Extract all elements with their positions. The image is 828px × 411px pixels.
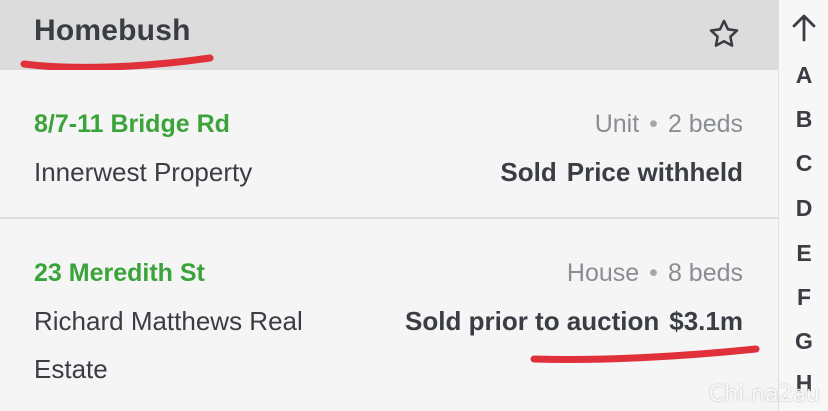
scroll-top-button[interactable]	[779, 10, 828, 46]
index-letter-g[interactable]: G	[779, 328, 828, 355]
agency-name: Richard Matthews Real Estate	[34, 306, 303, 384]
bed-count: 2 beds	[667, 110, 743, 138]
listing-meta: Unit • 2 beds	[595, 110, 743, 139]
bed-count: 8 beds	[667, 259, 743, 287]
watermark-text: Chi.na2au	[708, 382, 820, 407]
property-type: House	[566, 259, 640, 287]
meta-separator: •	[649, 259, 658, 287]
sale-status-label: Sold prior to auction	[405, 306, 660, 336]
sale-status: Sold prior to auction $3.1m	[405, 306, 743, 337]
listing-address[interactable]: 23 Meredith St	[34, 259, 205, 288]
agency-name: Innerwest Property	[34, 157, 253, 187]
listing-meta: House • 8 beds	[567, 259, 743, 288]
suburb-header: Homebush	[0, 0, 778, 71]
index-letter-a[interactable]: A	[779, 62, 828, 89]
index-letter-d[interactable]: D	[779, 195, 828, 222]
meta-separator: •	[649, 110, 658, 138]
arrow-up-icon	[792, 14, 816, 42]
property-type: Unit	[594, 110, 640, 138]
suburb-title: Homebush	[34, 14, 191, 47]
index-letter-f[interactable]: F	[779, 284, 828, 311]
sale-status: Sold Price withheld	[500, 157, 743, 188]
alphabet-index: A B C D E F G H	[778, 0, 828, 411]
index-letter-e[interactable]: E	[779, 240, 828, 267]
suburb-results-screen: Homebush 8/7-11 Bridge Rd Unit • 2 beds In…	[0, 0, 828, 411]
sale-price: Price withheld	[566, 157, 743, 187]
index-letter-b[interactable]: B	[779, 106, 828, 133]
results-list: 8/7-11 Bridge Rd Unit • 2 beds Innerwest P…	[0, 70, 778, 411]
index-letter-c[interactable]: C	[779, 150, 828, 177]
listing-row[interactable]: 23 Meredith St House • 8 beds Richard Matt…	[0, 219, 778, 411]
listing-row[interactable]: 8/7-11 Bridge Rd Unit • 2 beds Innerwest P…	[0, 70, 778, 218]
favorite-star-button[interactable]	[704, 14, 744, 54]
star-outline-icon	[709, 19, 739, 47]
sale-price: $3.1m	[669, 306, 743, 336]
sale-status-label: Sold	[500, 157, 557, 187]
red-annotation-underline	[530, 345, 760, 363]
listing-address[interactable]: 8/7-11 Bridge Rd	[34, 110, 230, 139]
